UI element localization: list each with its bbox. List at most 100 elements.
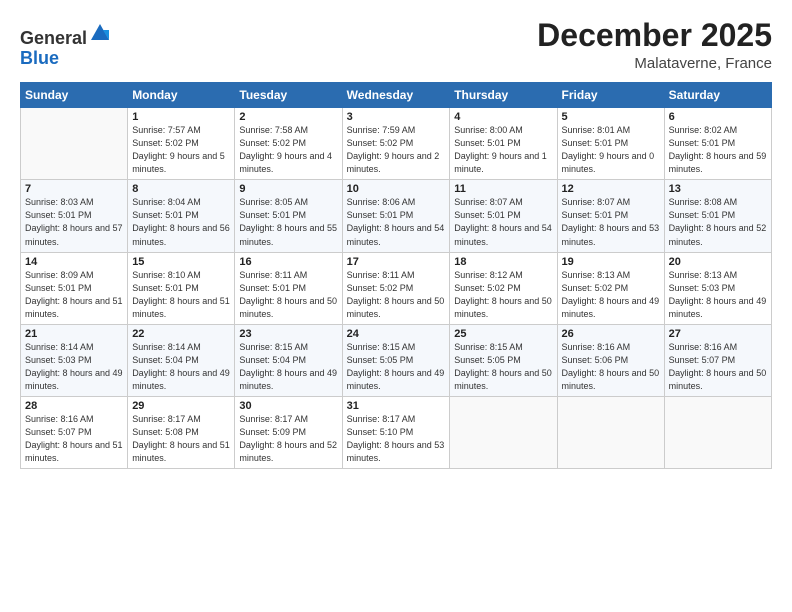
day-detail: Sunrise: 8:02 AMSunset: 5:01 PMDaylight:… xyxy=(669,124,767,176)
day-detail: Sunrise: 8:15 AMSunset: 5:05 PMDaylight:… xyxy=(454,341,552,393)
calendar-cell: 28Sunrise: 8:16 AMSunset: 5:07 PMDayligh… xyxy=(21,396,128,468)
location: Malataverne, France xyxy=(537,55,772,72)
day-detail: Sunrise: 8:16 AMSunset: 5:07 PMDaylight:… xyxy=(25,413,123,465)
day-number: 26 xyxy=(562,328,660,340)
day-number: 28 xyxy=(25,400,123,412)
day-number: 18 xyxy=(454,256,552,268)
day-number: 2 xyxy=(239,111,337,123)
weekday-header: Monday xyxy=(128,83,235,108)
calendar-cell: 19Sunrise: 8:13 AMSunset: 5:02 PMDayligh… xyxy=(557,252,664,324)
calendar-week-row: 28Sunrise: 8:16 AMSunset: 5:07 PMDayligh… xyxy=(21,396,772,468)
day-detail: Sunrise: 8:05 AMSunset: 5:01 PMDaylight:… xyxy=(239,196,337,248)
calendar-cell: 15Sunrise: 8:10 AMSunset: 5:01 PMDayligh… xyxy=(128,252,235,324)
day-detail: Sunrise: 8:13 AMSunset: 5:02 PMDaylight:… xyxy=(562,269,660,321)
day-number: 13 xyxy=(669,183,767,195)
calendar-cell: 25Sunrise: 8:15 AMSunset: 5:05 PMDayligh… xyxy=(450,324,557,396)
day-number: 11 xyxy=(454,183,552,195)
calendar-cell: 17Sunrise: 8:11 AMSunset: 5:02 PMDayligh… xyxy=(342,252,450,324)
day-number: 25 xyxy=(454,328,552,340)
day-number: 21 xyxy=(25,328,123,340)
day-detail: Sunrise: 8:07 AMSunset: 5:01 PMDaylight:… xyxy=(454,196,552,248)
calendar-cell: 4Sunrise: 8:00 AMSunset: 5:01 PMDaylight… xyxy=(450,108,557,180)
calendar-cell: 27Sunrise: 8:16 AMSunset: 5:07 PMDayligh… xyxy=(664,324,771,396)
calendar-week-row: 21Sunrise: 8:14 AMSunset: 5:03 PMDayligh… xyxy=(21,324,772,396)
day-number: 5 xyxy=(562,111,660,123)
day-detail: Sunrise: 8:08 AMSunset: 5:01 PMDaylight:… xyxy=(669,196,767,248)
calendar-cell: 18Sunrise: 8:12 AMSunset: 5:02 PMDayligh… xyxy=(450,252,557,324)
calendar-week-row: 14Sunrise: 8:09 AMSunset: 5:01 PMDayligh… xyxy=(21,252,772,324)
day-detail: Sunrise: 8:11 AMSunset: 5:01 PMDaylight:… xyxy=(239,269,337,321)
day-number: 17 xyxy=(347,256,446,268)
calendar-cell: 23Sunrise: 8:15 AMSunset: 5:04 PMDayligh… xyxy=(235,324,342,396)
day-detail: Sunrise: 8:04 AMSunset: 5:01 PMDaylight:… xyxy=(132,196,230,248)
day-number: 4 xyxy=(454,111,552,123)
day-detail: Sunrise: 7:59 AMSunset: 5:02 PMDaylight:… xyxy=(347,124,446,176)
logo-general: General xyxy=(20,28,87,48)
day-number: 19 xyxy=(562,256,660,268)
calendar-cell: 21Sunrise: 8:14 AMSunset: 5:03 PMDayligh… xyxy=(21,324,128,396)
day-detail: Sunrise: 8:10 AMSunset: 5:01 PMDaylight:… xyxy=(132,269,230,321)
day-number: 24 xyxy=(347,328,446,340)
calendar-table: SundayMondayTuesdayWednesdayThursdayFrid… xyxy=(20,82,772,469)
calendar-cell: 16Sunrise: 8:11 AMSunset: 5:01 PMDayligh… xyxy=(235,252,342,324)
page-header: General Blue December 2025 Malataverne, … xyxy=(20,18,772,72)
calendar-week-row: 1Sunrise: 7:57 AMSunset: 5:02 PMDaylight… xyxy=(21,108,772,180)
day-number: 20 xyxy=(669,256,767,268)
day-detail: Sunrise: 7:58 AMSunset: 5:02 PMDaylight:… xyxy=(239,124,337,176)
day-number: 15 xyxy=(132,256,230,268)
calendar-cell: 10Sunrise: 8:06 AMSunset: 5:01 PMDayligh… xyxy=(342,180,450,252)
day-number: 9 xyxy=(239,183,337,195)
day-number: 23 xyxy=(239,328,337,340)
calendar-cell: 24Sunrise: 8:15 AMSunset: 5:05 PMDayligh… xyxy=(342,324,450,396)
calendar-cell: 22Sunrise: 8:14 AMSunset: 5:04 PMDayligh… xyxy=(128,324,235,396)
day-number: 22 xyxy=(132,328,230,340)
day-detail: Sunrise: 8:17 AMSunset: 5:08 PMDaylight:… xyxy=(132,413,230,465)
calendar-cell xyxy=(557,396,664,468)
day-number: 7 xyxy=(25,183,123,195)
calendar-cell: 2Sunrise: 7:58 AMSunset: 5:02 PMDaylight… xyxy=(235,108,342,180)
day-number: 29 xyxy=(132,400,230,412)
day-detail: Sunrise: 8:06 AMSunset: 5:01 PMDaylight:… xyxy=(347,196,446,248)
calendar-cell: 14Sunrise: 8:09 AMSunset: 5:01 PMDayligh… xyxy=(21,252,128,324)
day-number: 3 xyxy=(347,111,446,123)
logo-blue: Blue xyxy=(20,48,59,68)
day-detail: Sunrise: 8:01 AMSunset: 5:01 PMDaylight:… xyxy=(562,124,660,176)
calendar-cell: 8Sunrise: 8:04 AMSunset: 5:01 PMDaylight… xyxy=(128,180,235,252)
day-detail: Sunrise: 8:03 AMSunset: 5:01 PMDaylight:… xyxy=(25,196,123,248)
day-detail: Sunrise: 8:11 AMSunset: 5:02 PMDaylight:… xyxy=(347,269,446,321)
weekday-header: Tuesday xyxy=(235,83,342,108)
day-detail: Sunrise: 8:14 AMSunset: 5:04 PMDaylight:… xyxy=(132,341,230,393)
calendar-cell: 29Sunrise: 8:17 AMSunset: 5:08 PMDayligh… xyxy=(128,396,235,468)
calendar-cell xyxy=(664,396,771,468)
logo: General Blue xyxy=(20,22,111,69)
calendar-cell: 6Sunrise: 8:02 AMSunset: 5:01 PMDaylight… xyxy=(664,108,771,180)
day-number: 14 xyxy=(25,256,123,268)
calendar-cell: 26Sunrise: 8:16 AMSunset: 5:06 PMDayligh… xyxy=(557,324,664,396)
calendar-cell: 30Sunrise: 8:17 AMSunset: 5:09 PMDayligh… xyxy=(235,396,342,468)
day-detail: Sunrise: 8:16 AMSunset: 5:06 PMDaylight:… xyxy=(562,341,660,393)
day-detail: Sunrise: 8:13 AMSunset: 5:03 PMDaylight:… xyxy=(669,269,767,321)
weekday-header-row: SundayMondayTuesdayWednesdayThursdayFrid… xyxy=(21,83,772,108)
calendar-cell: 20Sunrise: 8:13 AMSunset: 5:03 PMDayligh… xyxy=(664,252,771,324)
calendar-cell: 1Sunrise: 7:57 AMSunset: 5:02 PMDaylight… xyxy=(128,108,235,180)
day-number: 1 xyxy=(132,111,230,123)
calendar-cell xyxy=(21,108,128,180)
calendar-cell: 3Sunrise: 7:59 AMSunset: 5:02 PMDaylight… xyxy=(342,108,450,180)
weekday-header: Saturday xyxy=(664,83,771,108)
day-detail: Sunrise: 8:16 AMSunset: 5:07 PMDaylight:… xyxy=(669,341,767,393)
day-number: 10 xyxy=(347,183,446,195)
calendar-cell: 31Sunrise: 8:17 AMSunset: 5:10 PMDayligh… xyxy=(342,396,450,468)
calendar-cell: 5Sunrise: 8:01 AMSunset: 5:01 PMDaylight… xyxy=(557,108,664,180)
logo-icon xyxy=(89,22,111,44)
weekday-header: Wednesday xyxy=(342,83,450,108)
day-detail: Sunrise: 8:12 AMSunset: 5:02 PMDaylight:… xyxy=(454,269,552,321)
calendar-cell: 9Sunrise: 8:05 AMSunset: 5:01 PMDaylight… xyxy=(235,180,342,252)
day-detail: Sunrise: 8:17 AMSunset: 5:10 PMDaylight:… xyxy=(347,413,446,465)
title-block: December 2025 Malataverne, France xyxy=(537,18,772,72)
day-number: 8 xyxy=(132,183,230,195)
month-title: December 2025 xyxy=(537,18,772,53)
calendar-week-row: 7Sunrise: 8:03 AMSunset: 5:01 PMDaylight… xyxy=(21,180,772,252)
day-number: 27 xyxy=(669,328,767,340)
day-number: 31 xyxy=(347,400,446,412)
day-detail: Sunrise: 8:14 AMSunset: 5:03 PMDaylight:… xyxy=(25,341,123,393)
